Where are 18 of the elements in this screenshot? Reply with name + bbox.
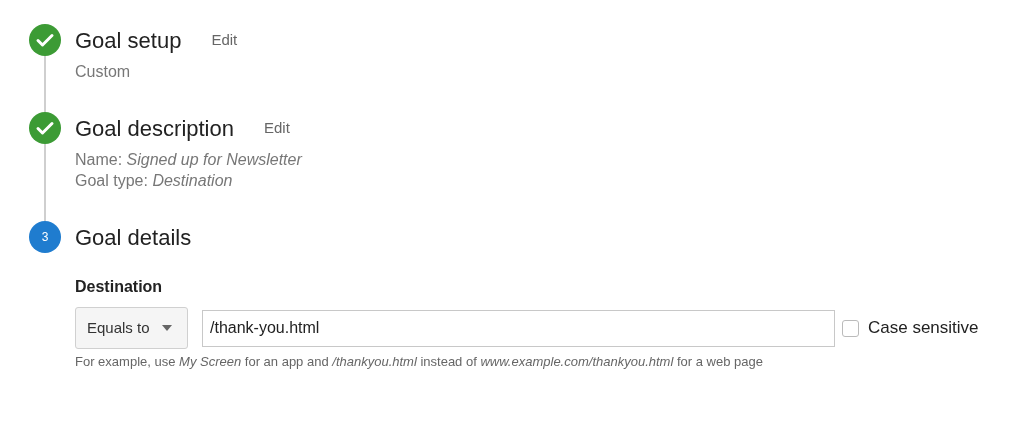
edit-link[interactable]: Edit [211, 28, 238, 52]
step-title: Goal description [75, 114, 234, 143]
edit-link[interactable]: Edit [264, 116, 290, 140]
field-label: Destination [75, 277, 164, 297]
check-circle-icon [29, 24, 61, 56]
summary-text: Goal type: Destination [75, 171, 234, 191]
check-circle-icon [29, 112, 61, 144]
caret-icon [161, 325, 172, 331]
step-title: Goal setup [75, 26, 182, 55]
summary-text: Name: Signed up for Newsletter [75, 150, 302, 170]
match-type-dropdown[interactable]: Equals to [75, 307, 188, 349]
step-title: Goal details [75, 223, 192, 252]
help-text: For example, use My Screen for an app and /thankyou.html instead of www.example.com/thankyou.html for a web page [75, 353, 764, 371]
checkbox[interactable] [842, 319, 859, 337]
summary-text: Custom [75, 62, 132, 82]
step-number: 3 [29, 221, 61, 253]
checkbox-label: Case sensitive [868, 317, 979, 340]
destination-field[interactable]: /thank-you.html [202, 309, 835, 347]
